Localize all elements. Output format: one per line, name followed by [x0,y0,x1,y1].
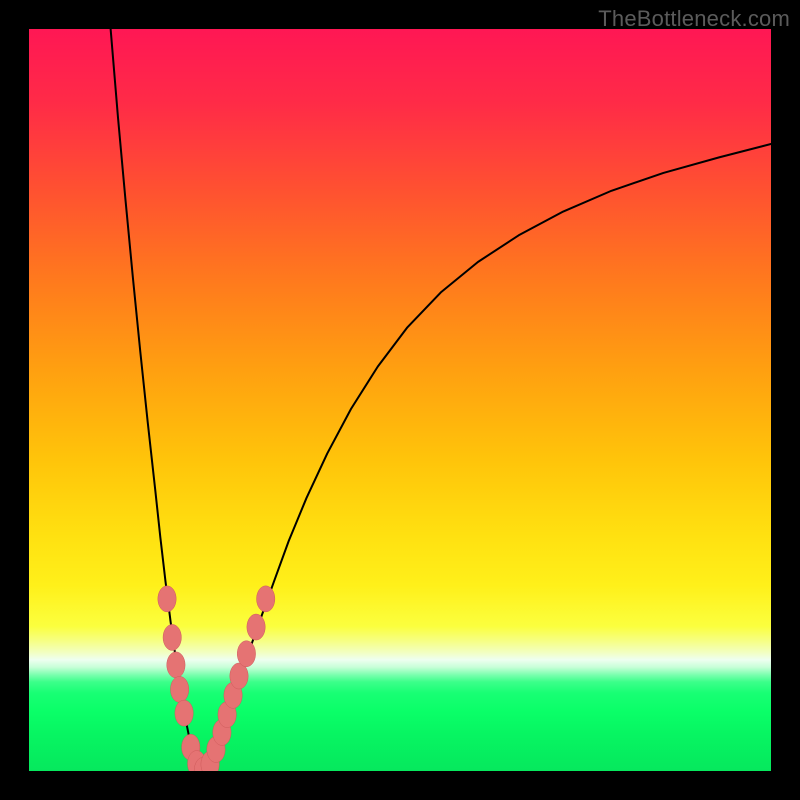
watermark-text: TheBottleneck.com [598,6,790,32]
chart-frame: TheBottleneck.com [0,0,800,800]
bottleneck-curve [111,29,771,771]
data-marker [163,624,181,650]
data-marker [158,586,176,612]
data-marker [247,614,265,640]
chart-svg [29,29,771,771]
data-marker [175,700,193,726]
data-markers [158,586,275,771]
data-marker [167,652,185,678]
plot-area [29,29,771,771]
data-marker [170,676,188,702]
data-marker [257,586,275,612]
data-marker [237,641,255,667]
